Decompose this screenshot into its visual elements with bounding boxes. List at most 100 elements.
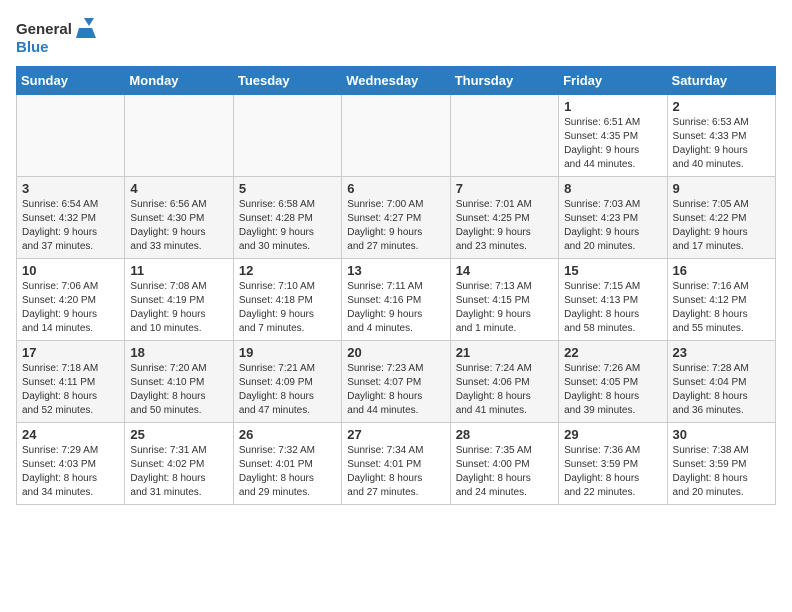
calendar-cell: 7 Sunrise: 7:01 AM Sunset: 4:25 PM Daylig…: [450, 177, 558, 259]
svg-text:General: General: [16, 21, 72, 38]
day-info: Sunrise: 7:06 AM Sunset: 4:20 PM Dayligh…: [22, 280, 119, 336]
day-info: Sunrise: 7:21 AM Sunset: 4:09 PM Dayligh…: [239, 362, 336, 418]
svg-text:Blue: Blue: [16, 39, 49, 56]
calendar-cell: 20 Sunrise: 7:23 AM Sunset: 4:07 PM Dayli…: [342, 341, 450, 423]
calendar-cell: 14 Sunrise: 7:13 AM Sunset: 4:15 PM Dayli…: [450, 259, 558, 341]
calendar-cell: 27 Sunrise: 7:34 AM Sunset: 4:01 PM Dayli…: [342, 423, 450, 505]
day-number: 21: [456, 345, 553, 360]
day-info: Sunrise: 7:23 AM Sunset: 4:07 PM Dayligh…: [347, 362, 444, 418]
weekday-header-sunday: Sunday: [17, 67, 125, 95]
calendar-cell: 25 Sunrise: 7:31 AM Sunset: 4:02 PM Dayli…: [125, 423, 233, 505]
day-number: 25: [130, 427, 227, 442]
day-info: Sunrise: 7:28 AM Sunset: 4:04 PM Dayligh…: [673, 362, 770, 418]
calendar-cell: 6 Sunrise: 7:00 AM Sunset: 4:27 PM Daylig…: [342, 177, 450, 259]
week-row-1: 3Sunrise: 6:54 AM Sunset: 4:32 PM Daylig…: [17, 177, 776, 259]
day-info: Sunrise: 7:01 AM Sunset: 4:25 PM Dayligh…: [456, 198, 553, 254]
day-number: 23: [673, 345, 770, 360]
day-info: Sunrise: 6:51 AM Sunset: 4:35 PM Dayligh…: [564, 116, 661, 172]
weekday-header-tuesday: Tuesday: [233, 67, 341, 95]
calendar-cell: 29Sunrise: 7:36 AM Sunset: 3:59 PM Dayli…: [559, 423, 667, 505]
calendar-cell: 26 Sunrise: 7:32 AM Sunset: 4:01 PM Dayli…: [233, 423, 341, 505]
calendar-cell: 18 Sunrise: 7:20 AM Sunset: 4:10 PM Dayli…: [125, 341, 233, 423]
week-row-3: 17Sunrise: 7:18 AM Sunset: 4:11 PM Dayli…: [17, 341, 776, 423]
day-info: Sunrise: 7:34 AM Sunset: 4:01 PM Dayligh…: [347, 444, 444, 500]
week-row-0: 1 Sunrise: 6:51 AM Sunset: 4:35 PM Daylig…: [17, 95, 776, 177]
day-info: Sunrise: 7:32 AM Sunset: 4:01 PM Dayligh…: [239, 444, 336, 500]
day-number: 8: [564, 181, 661, 196]
day-number: 11: [130, 263, 227, 278]
day-number: 5: [239, 181, 336, 196]
calendar-cell: 5 Sunrise: 6:58 AM Sunset: 4:28 PM Daylig…: [233, 177, 341, 259]
calendar-cell: 3Sunrise: 6:54 AM Sunset: 4:32 PM Daylig…: [17, 177, 125, 259]
calendar-cell: 9Sunrise: 7:05 AM Sunset: 4:22 PM Daylig…: [667, 177, 775, 259]
day-number: 28: [456, 427, 553, 442]
day-info: Sunrise: 7:10 AM Sunset: 4:18 PM Dayligh…: [239, 280, 336, 336]
weekday-header-thursday: Thursday: [450, 67, 558, 95]
calendar-cell: 13 Sunrise: 7:11 AM Sunset: 4:16 PM Dayli…: [342, 259, 450, 341]
calendar-table: SundayMondayTuesdayWednesdayThursdayFrid…: [16, 66, 776, 505]
day-number: 17: [22, 345, 119, 360]
day-info: Sunrise: 7:35 AM Sunset: 4:00 PM Dayligh…: [456, 444, 553, 500]
calendar-cell: 21 Sunrise: 7:24 AM Sunset: 4:06 PM Dayli…: [450, 341, 558, 423]
day-number: 13: [347, 263, 444, 278]
weekday-header-saturday: Saturday: [667, 67, 775, 95]
calendar-cell: 4 Sunrise: 6:56 AM Sunset: 4:30 PM Daylig…: [125, 177, 233, 259]
day-number: 7: [456, 181, 553, 196]
weekday-header-friday: Friday: [559, 67, 667, 95]
calendar-cell: 8 Sunrise: 7:03 AM Sunset: 4:23 PM Daylig…: [559, 177, 667, 259]
calendar-cell: 16Sunrise: 7:16 AM Sunset: 4:12 PM Dayli…: [667, 259, 775, 341]
day-number: 24: [22, 427, 119, 442]
day-info: Sunrise: 7:24 AM Sunset: 4:06 PM Dayligh…: [456, 362, 553, 418]
weekday-header-wednesday: Wednesday: [342, 67, 450, 95]
day-info: Sunrise: 7:00 AM Sunset: 4:27 PM Dayligh…: [347, 198, 444, 254]
day-number: 19: [239, 345, 336, 360]
calendar-body: 1 Sunrise: 6:51 AM Sunset: 4:35 PM Daylig…: [17, 95, 776, 505]
calendar-cell: 22Sunrise: 7:26 AM Sunset: 4:05 PM Dayli…: [559, 341, 667, 423]
calendar-cell: [233, 95, 341, 177]
day-number: 6: [347, 181, 444, 196]
day-number: 29: [564, 427, 661, 442]
day-info: Sunrise: 7:16 AM Sunset: 4:12 PM Dayligh…: [673, 280, 770, 336]
day-info: Sunrise: 7:03 AM Sunset: 4:23 PM Dayligh…: [564, 198, 661, 254]
day-info: Sunrise: 7:20 AM Sunset: 4:10 PM Dayligh…: [130, 362, 227, 418]
calendar-cell: [125, 95, 233, 177]
day-number: 12: [239, 263, 336, 278]
calendar-cell: 24 Sunrise: 7:29 AM Sunset: 4:03 PM Dayli…: [17, 423, 125, 505]
day-number: 30: [673, 427, 770, 442]
calendar-cell: 1 Sunrise: 6:51 AM Sunset: 4:35 PM Daylig…: [559, 95, 667, 177]
day-number: 2: [673, 99, 770, 114]
day-info: Sunrise: 6:56 AM Sunset: 4:30 PM Dayligh…: [130, 198, 227, 254]
day-number: 4: [130, 181, 227, 196]
day-info: Sunrise: 6:54 AM Sunset: 4:32 PM Dayligh…: [22, 198, 119, 254]
calendar-cell: 11 Sunrise: 7:08 AM Sunset: 4:19 PM Dayli…: [125, 259, 233, 341]
day-info: Sunrise: 7:11 AM Sunset: 4:16 PM Dayligh…: [347, 280, 444, 336]
day-info: Sunrise: 6:58 AM Sunset: 4:28 PM Dayligh…: [239, 198, 336, 254]
day-info: Sunrise: 7:31 AM Sunset: 4:02 PM Dayligh…: [130, 444, 227, 500]
calendar-cell: 12 Sunrise: 7:10 AM Sunset: 4:18 PM Dayli…: [233, 259, 341, 341]
page-header: General Blue: [16, 16, 776, 58]
day-info: Sunrise: 7:13 AM Sunset: 4:15 PM Dayligh…: [456, 280, 553, 336]
calendar-cell: [17, 95, 125, 177]
day-number: 27: [347, 427, 444, 442]
logo-svg: General Blue: [16, 16, 96, 58]
day-info: Sunrise: 7:38 AM Sunset: 3:59 PM Dayligh…: [673, 444, 770, 500]
day-number: 1: [564, 99, 661, 114]
day-info: Sunrise: 7:26 AM Sunset: 4:05 PM Dayligh…: [564, 362, 661, 418]
day-info: Sunrise: 7:08 AM Sunset: 4:19 PM Dayligh…: [130, 280, 227, 336]
weekday-header-row: SundayMondayTuesdayWednesdayThursdayFrid…: [17, 67, 776, 95]
day-number: 18: [130, 345, 227, 360]
day-number: 26: [239, 427, 336, 442]
calendar-cell: 19 Sunrise: 7:21 AM Sunset: 4:09 PM Dayli…: [233, 341, 341, 423]
day-number: 10: [22, 263, 119, 278]
week-row-2: 10 Sunrise: 7:06 AM Sunset: 4:20 PM Dayli…: [17, 259, 776, 341]
day-number: 20: [347, 345, 444, 360]
day-info: Sunrise: 6:53 AM Sunset: 4:33 PM Dayligh…: [673, 116, 770, 172]
calendar-cell: 15Sunrise: 7:15 AM Sunset: 4:13 PM Dayli…: [559, 259, 667, 341]
calendar-cell: [450, 95, 558, 177]
calendar-cell: 28 Sunrise: 7:35 AM Sunset: 4:00 PM Dayli…: [450, 423, 558, 505]
day-number: 14: [456, 263, 553, 278]
day-number: 15: [564, 263, 661, 278]
calendar-cell: 23 Sunrise: 7:28 AM Sunset: 4:04 PM Dayli…: [667, 341, 775, 423]
day-info: Sunrise: 7:29 AM Sunset: 4:03 PM Dayligh…: [22, 444, 119, 500]
calendar-cell: 17Sunrise: 7:18 AM Sunset: 4:11 PM Dayli…: [17, 341, 125, 423]
